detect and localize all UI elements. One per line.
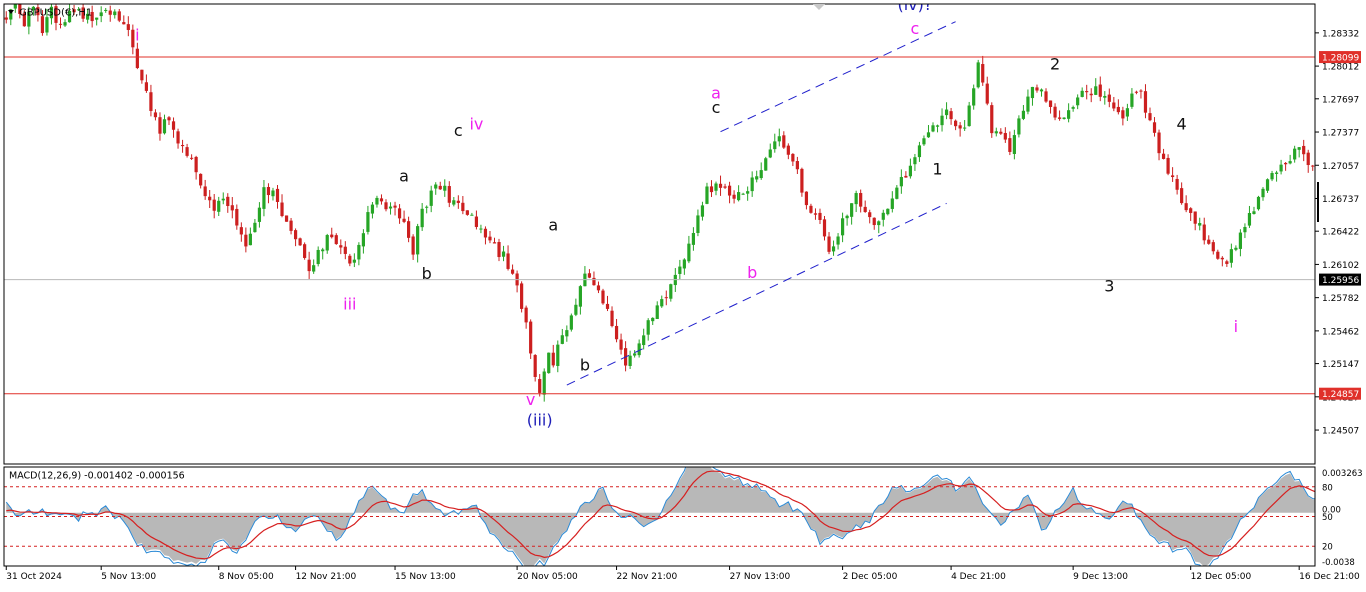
candle — [520, 281, 524, 313]
symbol-label: GBPUSD(€),H1 — [19, 8, 92, 19]
wave-label[interactable]: b — [747, 263, 757, 282]
time-tick-label: 12 Dec 05:00 — [1191, 572, 1252, 582]
wave-label[interactable]: iii — [343, 294, 356, 313]
candle — [601, 288, 605, 305]
time-tick-label: 16 Dec 21:00 — [1299, 572, 1360, 582]
wave-label[interactable]: c — [712, 98, 721, 117]
macd-axis-label: -0.0038 — [1322, 558, 1355, 568]
candle — [976, 59, 980, 89]
wave-label[interactable]: a — [548, 215, 558, 234]
axis-scroll-marker — [1317, 182, 1319, 222]
price-tick-label: 1.26422 — [1322, 228, 1359, 238]
symbol-header[interactable]: GBPUSD(€),H1 — [8, 8, 92, 19]
wave-label[interactable]: 1 — [932, 159, 942, 178]
price-tick-label: 1.24507 — [1322, 427, 1359, 437]
wave-label[interactable]: a — [399, 167, 409, 186]
level-price-label: 1.24857 — [1322, 390, 1359, 400]
wave-label[interactable]: iv — [469, 115, 483, 134]
price-chart[interactable]: iiiiivcabv(iii)abacb(iv)?c1234iii ?(v) 1… — [0, 0, 1366, 588]
wave-label[interactable]: v — [526, 390, 535, 409]
candle — [547, 352, 551, 374]
price-tick-label: 1.27377 — [1322, 129, 1359, 139]
wave-label[interactable]: (iii) — [527, 411, 553, 430]
wave-label[interactable]: b — [580, 356, 590, 375]
wave-label[interactable]: i — [135, 25, 139, 44]
candle — [569, 313, 573, 332]
macd-level-label: 20 — [1322, 543, 1333, 553]
time-tick-label: 8 Nov 05:00 — [219, 572, 274, 582]
price-tick-label: 1.27697 — [1322, 95, 1359, 105]
wave-label[interactable]: b — [422, 264, 432, 283]
price-tick-label: 1.25782 — [1322, 294, 1359, 304]
macd-level-label: 80 — [1322, 483, 1333, 493]
time-tick-label: 22 Nov 21:00 — [617, 572, 678, 582]
level-price-label: 1.28099 — [1322, 54, 1359, 64]
time-tick-label: 20 Nov 05:00 — [517, 572, 578, 582]
macd-axis-label: 0.00 — [1322, 506, 1341, 516]
wave-label[interactable]: 3 — [1104, 277, 1114, 296]
candle — [298, 237, 302, 246]
price-tick-label: 1.26102 — [1322, 261, 1359, 271]
price-tick-label: 1.26737 — [1322, 195, 1359, 205]
time-tick-label: 2 Dec 05:00 — [843, 572, 898, 582]
time-tick-label: 15 Nov 13:00 — [395, 572, 456, 582]
candle — [1017, 115, 1021, 138]
candle — [1256, 195, 1261, 211]
candle — [529, 319, 533, 359]
price-tick-label: 1.25147 — [1322, 360, 1359, 370]
wave-label[interactable]: c — [454, 121, 463, 140]
wave-label[interactable]: 2 — [1050, 54, 1060, 73]
wave-label[interactable]: i — [1234, 317, 1238, 336]
current-price-label: 1.25956 — [1322, 276, 1359, 286]
time-tick-label: 27 Nov 13:00 — [730, 572, 791, 582]
wave-label[interactable]: 4 — [1177, 115, 1187, 134]
price-tick-label: 1.28012 — [1322, 63, 1359, 73]
price-tick-label: 1.25462 — [1322, 327, 1359, 337]
time-tick-label: 4 Dec 21:00 — [951, 572, 1006, 582]
price-tick-label: 1.28332 — [1322, 29, 1359, 39]
time-tick-label: 12 Nov 21:00 — [296, 572, 357, 582]
candle — [764, 156, 768, 171]
time-tick-label: 31 Oct 2024 — [6, 572, 62, 582]
candle — [284, 215, 289, 222]
time-tick-label: 9 Dec 13:00 — [1073, 572, 1128, 582]
candle — [990, 102, 994, 138]
price-tick-label: 1.27057 — [1322, 162, 1359, 172]
candle — [800, 167, 804, 197]
time-tick-label: 5 Nov 13:00 — [101, 572, 156, 582]
chart-window: iiiiivcabv(iii)abacb(iv)?c1234iii ?(v) 1… — [0, 0, 1366, 588]
candle — [303, 242, 307, 260]
candle — [967, 101, 971, 127]
macd-label: MACD(12,26,9) -0.001402 -0.000156 — [9, 471, 185, 482]
wave-label[interactable]: c — [911, 19, 920, 38]
macd-axis-label: 0.003263 — [1322, 469, 1363, 479]
